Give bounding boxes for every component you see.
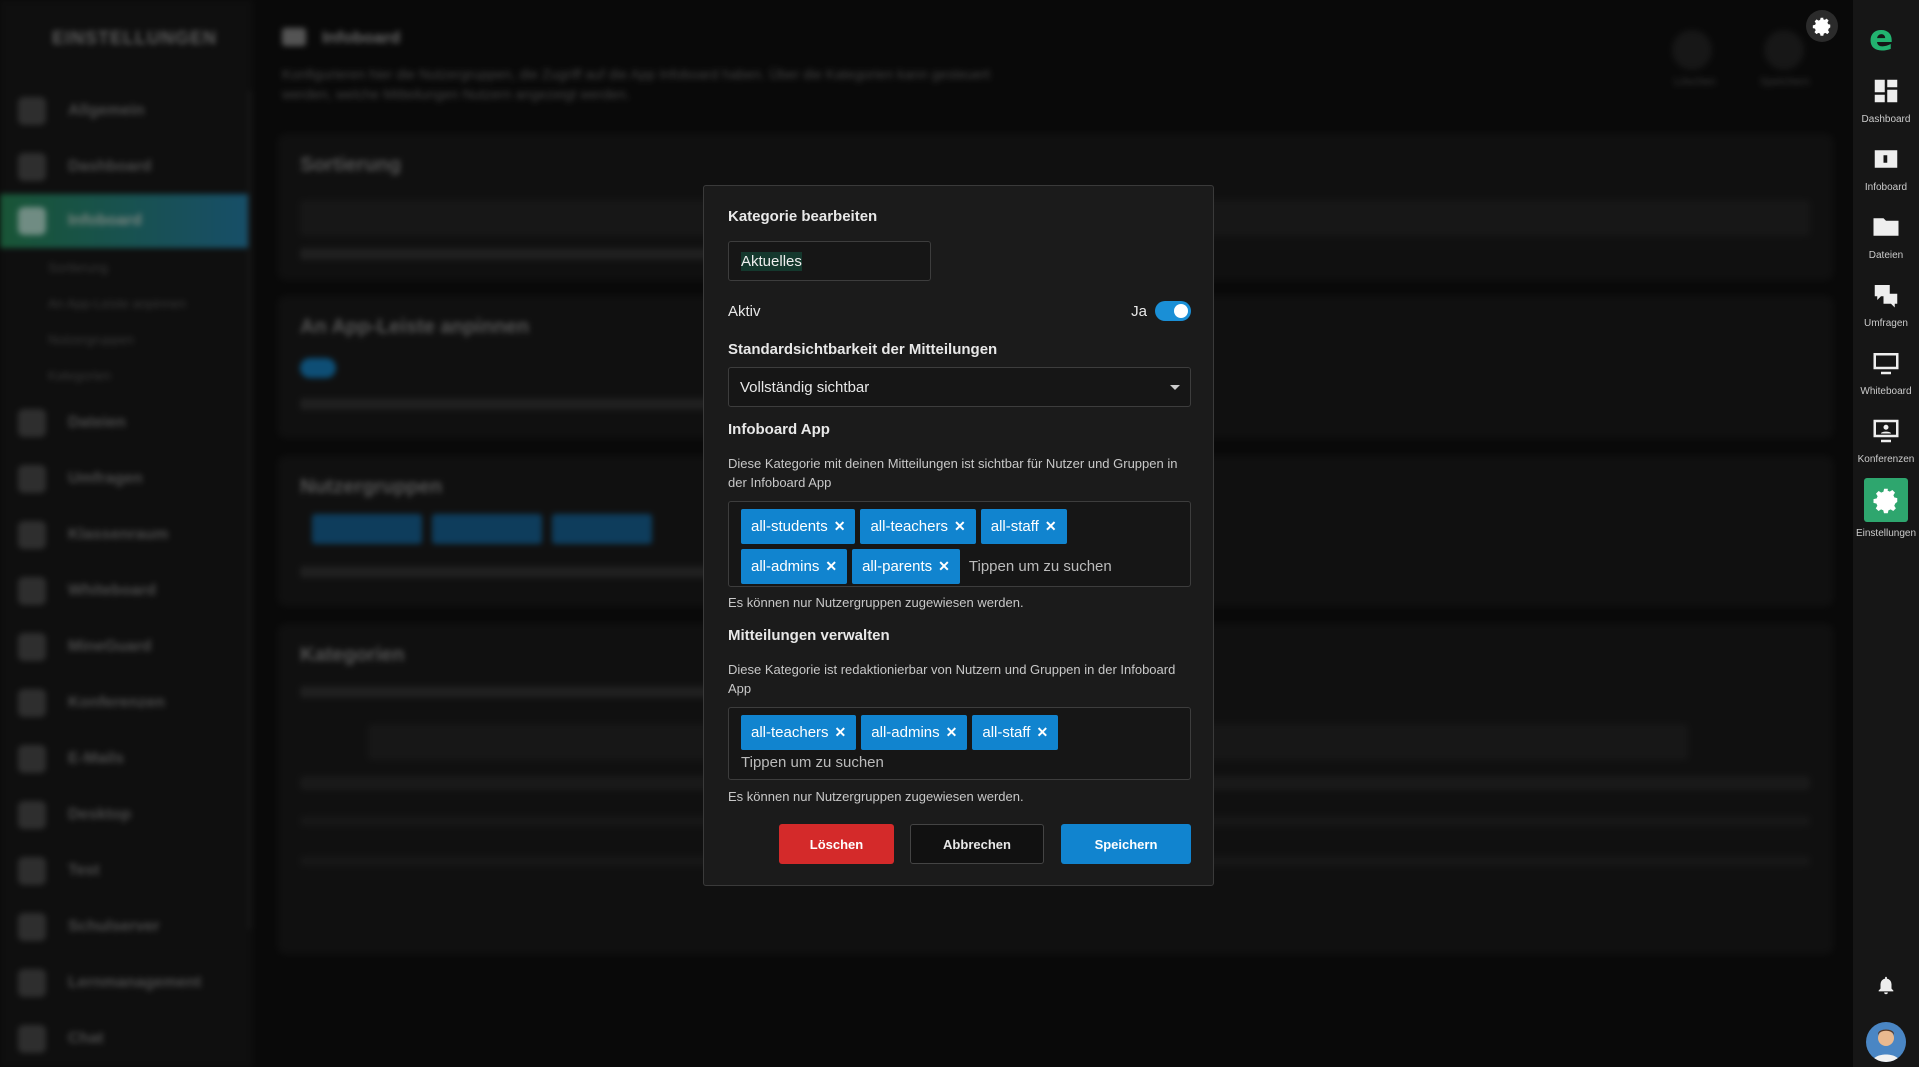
- group-tag: all-admins ✕: [741, 548, 848, 584]
- visibility-value: Vollständig sichtbar: [740, 378, 870, 396]
- group-tag-label: all-staff: [982, 723, 1031, 741]
- appbar-item-dateien[interactable]: Dateien: [1853, 210, 1919, 261]
- manage-groups-field[interactable]: all-teachers ✕ all-admins ✕ all-staff ✕ Tippe…: [728, 707, 1191, 780]
- edit-category-dialog: Kategorie bearbeiten Aktuelles Aktiv Ja …: [703, 185, 1214, 886]
- appbar-item-infoboard[interactable]: Infoboard: [1853, 142, 1919, 193]
- infoboard-icon: [1869, 142, 1903, 176]
- save-button[interactable]: Speichern: [1061, 824, 1191, 864]
- manage-help-text: Diese Kategorie ist redaktionierbar von …: [728, 662, 1176, 696]
- close-icon[interactable]: ✕: [1036, 724, 1048, 741]
- app-groups-note: Es können nur Nutzergruppen zugewiesen w…: [728, 595, 1024, 610]
- appbar-item-einstellungen[interactable]: Einstellungen: [1853, 478, 1919, 539]
- group-tag-label: all-teachers: [751, 723, 829, 741]
- dialog-title: Kategorie bearbeiten: [728, 208, 878, 225]
- appbar-item-umfragen[interactable]: Umfragen: [1853, 278, 1919, 329]
- app-section-title: Infoboard App: [728, 421, 830, 438]
- group-search-placeholder[interactable]: Tippen um zu suchen: [969, 558, 1112, 575]
- gear-icon: [1864, 478, 1908, 522]
- group-tag-label: all-parents: [862, 557, 933, 575]
- close-icon[interactable]: ✕: [954, 518, 966, 535]
- folder-icon: [1869, 210, 1903, 244]
- toggle-knob: [1174, 304, 1188, 318]
- active-row: Aktiv Ja: [728, 298, 1191, 324]
- app-groups-field[interactable]: all-students ✕ all-teachers ✕ all-staff ✕ all…: [728, 501, 1191, 587]
- group-tag-label: all-admins: [751, 557, 820, 575]
- gear-icon: [1812, 17, 1831, 36]
- group-tag: all-staff ✕: [972, 714, 1059, 750]
- manage-search-placeholder[interactable]: Tippen um zu suchen: [741, 752, 1180, 771]
- group-tag: all-staff ✕: [980, 508, 1067, 544]
- group-tag-label: all-teachers: [870, 517, 948, 535]
- close-icon[interactable]: ✕: [946, 724, 958, 741]
- active-label: Aktiv: [728, 302, 761, 320]
- active-value: Ja: [1131, 302, 1147, 320]
- appbar-item-dashboard[interactable]: Dashboard: [1853, 74, 1919, 125]
- category-name-input[interactable]: Aktuelles: [728, 241, 931, 281]
- close-icon[interactable]: ✕: [834, 518, 846, 535]
- conference-icon: [1869, 414, 1903, 448]
- close-icon[interactable]: ✕: [825, 558, 837, 575]
- dashboard-icon: [1869, 74, 1903, 108]
- survey-icon: [1869, 278, 1903, 312]
- appbar-item-konferenzen[interactable]: Konferenzen: [1853, 414, 1919, 465]
- manage-section-title: Mitteilungen verwalten: [728, 627, 890, 644]
- manage-groups-note: Es können nur Nutzergruppen zugewiesen w…: [728, 789, 1024, 804]
- tag-row: all-teachers ✕ all-admins ✕ all-staff ✕: [741, 712, 1180, 752]
- visibility-select[interactable]: Vollständig sichtbar: [728, 367, 1191, 407]
- brand-logo-icon: e: [1869, 18, 1894, 59]
- close-icon[interactable]: ✕: [938, 558, 950, 575]
- appbar-item-whiteboard[interactable]: Whiteboard: [1853, 346, 1919, 397]
- delete-button[interactable]: Löschen: [779, 824, 894, 864]
- group-tag: all-admins ✕: [861, 714, 968, 750]
- group-tag: all-parents ✕: [852, 548, 960, 584]
- close-icon[interactable]: ✕: [835, 724, 847, 741]
- visibility-label: Standardsichtbarkeit der Mitteilungen: [728, 341, 998, 358]
- app-help-text: Diese Kategorie mit deinen Mitteilungen …: [728, 456, 1178, 490]
- app-bar: e Dashboard Infoboard Dateien Umfragen W…: [1853, 0, 1919, 1067]
- tag-row: all-admins ✕ all-parents ✕ Tippen um zu such…: [741, 546, 1180, 586]
- group-tag-label: all-admins: [871, 723, 940, 741]
- tag-row: all-students ✕ all-teachers ✕ all-staff ✕: [741, 506, 1180, 546]
- close-icon[interactable]: ✕: [1045, 518, 1057, 535]
- cancel-button[interactable]: Abbrechen: [910, 824, 1044, 864]
- group-tag: all-students ✕: [741, 508, 856, 544]
- chevron-down-icon: [1170, 384, 1180, 390]
- category-name-value: Aktuelles: [741, 251, 802, 271]
- settings-gear-button[interactable]: [1806, 10, 1838, 42]
- group-tag-label: all-staff: [990, 517, 1039, 535]
- whiteboard-icon: [1869, 346, 1903, 380]
- group-tag: all-teachers ✕: [860, 508, 976, 544]
- group-tag: all-teachers ✕: [741, 714, 857, 750]
- bell-icon[interactable]: [1875, 973, 1897, 997]
- active-toggle[interactable]: [1155, 301, 1191, 321]
- group-tag-label: all-students: [751, 517, 828, 535]
- avatar[interactable]: [1866, 1022, 1906, 1062]
